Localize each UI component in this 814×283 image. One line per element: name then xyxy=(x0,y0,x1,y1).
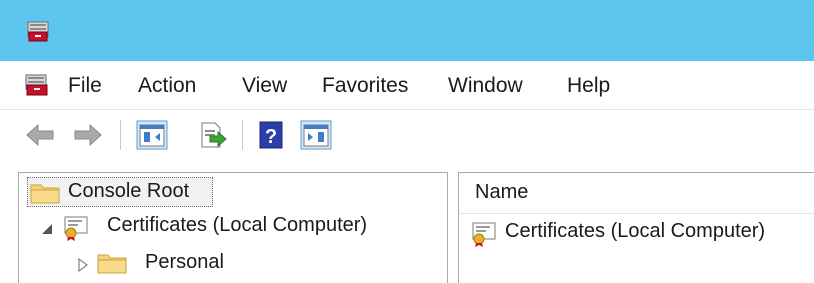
system-menu-icon[interactable] xyxy=(24,73,50,97)
menu-window[interactable]: Window xyxy=(448,74,523,98)
tree-item-label: Certificates (Local Computer) xyxy=(107,214,368,236)
menu-bar: File Action View Favorites Window Help xyxy=(0,61,814,110)
tree-item-label: Console Root xyxy=(68,180,190,202)
folder-icon xyxy=(30,184,60,204)
toolbar-separator xyxy=(120,120,121,150)
menu-view[interactable]: View xyxy=(242,74,287,98)
console-tree-pane: Console Root Certificates (Local Compute… xyxy=(18,172,448,283)
back-arrow-icon[interactable] xyxy=(24,120,56,150)
svg-text:?: ? xyxy=(265,126,277,148)
tree-item-console-root[interactable]: Console Root xyxy=(27,177,213,207)
folder-icon xyxy=(97,254,127,274)
menu-help[interactable]: Help xyxy=(567,74,610,98)
title-bar xyxy=(0,0,814,61)
tree-item-label: Personal xyxy=(145,251,224,273)
tree-item-certificates[interactable]: Certificates (Local Computer) xyxy=(41,213,441,241)
export-list-icon[interactable] xyxy=(196,120,228,150)
certificate-icon xyxy=(64,216,88,241)
show-hide-console-tree-icon[interactable] xyxy=(136,120,168,150)
certificate-manager-icon[interactable] xyxy=(26,19,50,43)
list-item-label: Certificates (Local Computer) xyxy=(505,220,766,242)
column-header-divider xyxy=(459,213,814,214)
expanded-triangle-icon[interactable] xyxy=(41,223,53,235)
forward-arrow-icon[interactable] xyxy=(72,120,104,150)
menu-file[interactable]: File xyxy=(68,74,102,98)
toolbar-separator xyxy=(242,120,243,150)
toolbar: ? xyxy=(0,110,814,160)
show-hide-action-pane-icon[interactable] xyxy=(300,120,332,150)
results-pane: Name Certificates (Local Computer) xyxy=(458,172,814,283)
menu-action[interactable]: Action xyxy=(138,74,196,98)
column-header-name[interactable]: Name xyxy=(475,181,528,204)
tree-item-personal[interactable]: Personal xyxy=(77,249,377,277)
menu-favorites[interactable]: Favorites xyxy=(322,74,408,98)
certificate-icon xyxy=(472,222,496,247)
help-icon[interactable]: ? xyxy=(258,120,284,150)
list-item[interactable]: Certificates (Local Computer) xyxy=(471,219,814,247)
collapsed-triangle-icon[interactable] xyxy=(77,258,89,272)
